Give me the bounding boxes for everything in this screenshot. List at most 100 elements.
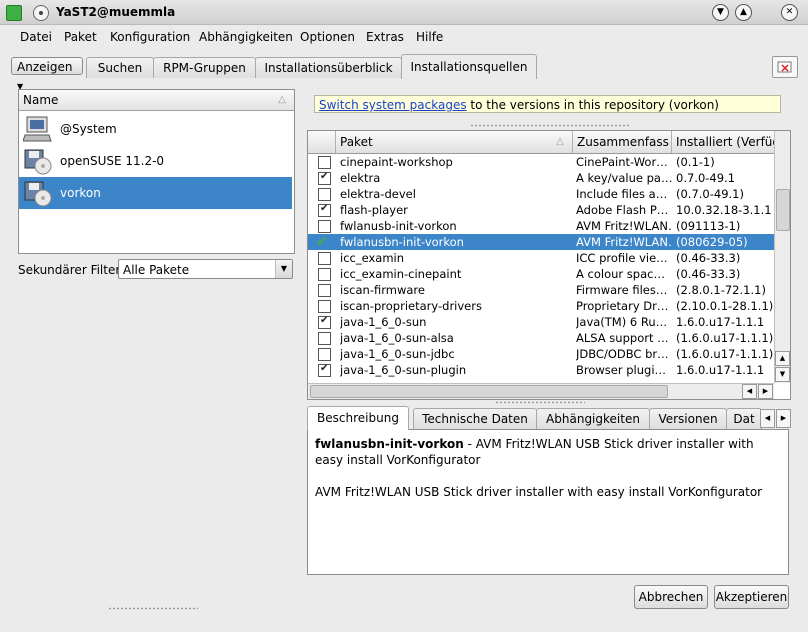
cell-installed: (0.1-1) (676, 155, 715, 169)
secondary-filter-combo[interactable]: Alle Pakete ▼ (118, 259, 293, 279)
package-checkbox[interactable] (318, 156, 331, 169)
package-checkbox[interactable] (318, 203, 331, 217)
repo-header-label: Name (23, 93, 59, 107)
repo-item-vorkon[interactable]: vorkon (19, 177, 292, 209)
table-row[interactable]: fwlanusb-init-vorkon AVM Fritz!WLAN… (0911… (308, 218, 774, 234)
tab-scroll-left-icon[interactable]: ◀ (760, 409, 775, 428)
package-checkbox[interactable] (318, 363, 331, 377)
table-row[interactable]: iscan-firmware Firmware files… (2.8.0.1-72… (308, 282, 774, 298)
close-tab-icon[interactable] (772, 56, 798, 78)
table-row[interactable]: ✔ fwlanusbn-init-vorkon AVM Fritz!WLAN… (08… (308, 234, 774, 250)
package-checkbox[interactable] (318, 284, 331, 297)
scroll-down-icon[interactable]: ▼ (775, 367, 790, 382)
notice-text: to the versions in this repository (vork… (466, 98, 719, 112)
scroll-up-icon[interactable]: ▲ (775, 351, 790, 366)
package-table[interactable]: Paket △ Zusammenfass Installiert (Verfüg … (307, 130, 791, 400)
cell-name: elektra (340, 171, 381, 185)
accept-button[interactable]: Akzeptieren (714, 585, 789, 609)
cell-installed: (080629-05) (676, 235, 748, 249)
package-checkbox[interactable] (318, 188, 331, 201)
close-icon[interactable]: ✕ (781, 4, 798, 21)
table-row[interactable]: flash-player Adobe Flash P… 10.0.32.18-3.1… (308, 202, 774, 218)
package-table-header: Paket △ Zusammenfass Installiert (Verfüg (308, 131, 774, 154)
splitter-handle[interactable] (495, 401, 585, 404)
splitter-handle[interactable] (108, 607, 198, 610)
package-checkbox[interactable] (318, 300, 331, 313)
scroll-thumb[interactable] (776, 189, 790, 231)
menu-datei[interactable]: Datei (20, 30, 52, 44)
package-checkbox[interactable] (318, 171, 331, 185)
table-row[interactable]: cinepaint-workshop CinePaint-Wor… (0.1-1) (308, 154, 774, 170)
menu-extras[interactable]: Extras (366, 30, 404, 44)
cell-summary: ALSA support … (576, 331, 669, 345)
package-checkbox[interactable] (318, 348, 331, 361)
cancel-button[interactable]: Abbrechen (634, 585, 708, 609)
menu-optionen[interactable]: Optionen (300, 30, 355, 44)
tab-scroll-right-icon[interactable]: ▶ (776, 409, 791, 428)
disk-icon (24, 149, 52, 175)
description-heading: fwlanusbn-init-vorkon - AVM Fritz!WLAN U… (315, 436, 781, 468)
scroll-right-icon[interactable]: ▶ (758, 384, 773, 399)
install-status-icon[interactable]: ✔ (316, 234, 332, 250)
table-row[interactable]: java-1_6_0-sun-alsa ALSA support … (1.6.0.… (308, 330, 774, 346)
package-checkbox[interactable] (318, 315, 331, 329)
repository-list[interactable]: Name △ @System openSUSE 11.2-0 vorkon (18, 89, 295, 254)
tab-installationsquellen[interactable]: Installationsquellen (401, 54, 537, 79)
menu-konfiguration[interactable]: Konfiguration (110, 30, 190, 44)
cell-summary: Firmware files… (576, 283, 668, 297)
switch-system-packages-link[interactable]: Switch system packages (319, 98, 467, 112)
package-checkbox[interactable] (318, 268, 331, 281)
scroll-thumb[interactable] (310, 385, 668, 398)
tab-technische-daten[interactable]: Technische Daten (413, 408, 537, 429)
column-header-paket[interactable]: Paket △ (336, 131, 573, 153)
tab-daten[interactable]: Dat (726, 408, 762, 429)
maximize-icon[interactable]: ▲ (735, 4, 752, 21)
tab-versionen[interactable]: Versionen (649, 408, 727, 429)
window-menu-icon[interactable] (33, 5, 49, 21)
column-header-status[interactable] (308, 131, 336, 153)
tab-suchen[interactable]: Suchen (86, 57, 154, 78)
cell-name: elektra-devel (340, 187, 416, 201)
tab-beschreibung[interactable]: Beschreibung (307, 406, 409, 430)
repo-item-system[interactable]: @System (19, 113, 292, 145)
table-row[interactable]: iscan-proprietary-drivers Proprietary Dr…… (308, 298, 774, 314)
view-dropdown-button[interactable]: Anzeigen ▼ (11, 57, 83, 91)
table-row[interactable]: java-1_6_0-sun-jdbc JDBC/ODBC br… (1.6.0.u… (308, 346, 774, 362)
repo-list-header[interactable]: Name △ (19, 90, 294, 111)
tab-abhaengigkeiten[interactable]: Abhängigkeiten (536, 408, 650, 429)
title-bar: YaST2@muemmla ▼ ▲ ✕ (0, 0, 808, 25)
package-horizontal-scrollbar[interactable]: ◀ ▶ (308, 383, 774, 399)
menu-paket[interactable]: Paket (64, 30, 97, 44)
cell-name: cinepaint-workshop (340, 155, 453, 169)
menu-hilfe[interactable]: Hilfe (416, 30, 443, 44)
cell-summary: AVM Fritz!WLAN… (576, 235, 672, 249)
package-vertical-scrollbar[interactable]: ▲ ▼ (774, 131, 790, 383)
package-checkbox[interactable] (318, 252, 331, 265)
description-panel: fwlanusbn-init-vorkon - AVM Fritz!WLAN U… (307, 429, 789, 575)
cell-installed: 10.0.32.18-3.1.1 (676, 203, 772, 217)
column-header-installiert[interactable]: Installiert (Verfüg (672, 131, 774, 153)
table-row[interactable]: icc_examin ICC profile vie… (0.46-33.3) (308, 250, 774, 266)
repo-label: openSUSE 11.2-0 (60, 154, 165, 168)
table-row[interactable]: java-1_6_0-sun-plugin Browser plugi… 1.6.0… (308, 362, 774, 378)
splitter-handle[interactable] (470, 124, 630, 127)
table-row[interactable]: java-1_6_0-sun Java(TM) 6 Ru… 1.6.0.u17-1.… (308, 314, 774, 330)
package-checkbox[interactable] (318, 220, 331, 233)
tab-installationsueberblick[interactable]: Installationsüberblick (255, 57, 402, 78)
cell-summary: AVM Fritz!WLAN… (576, 219, 672, 233)
table-row[interactable]: elektra-devel Include files a… (0.7.0-49.1… (308, 186, 774, 202)
cell-name: fwlanusbn-init-vorkon (340, 235, 464, 249)
cell-name: java-1_6_0-sun (340, 315, 427, 329)
tab-rpm-gruppen[interactable]: RPM-Gruppen (153, 57, 256, 78)
cell-installed: 1.6.0.u17-1.1.1 (676, 315, 765, 329)
table-row[interactable]: elektra A key/value pa… 0.7.0-49.1 (308, 170, 774, 186)
menu-abhaengigkeiten[interactable]: Abhängigkeiten (199, 30, 293, 44)
repo-item-opensuse[interactable]: openSUSE 11.2-0 (19, 145, 292, 177)
column-header-zusammenfassung[interactable]: Zusammenfass (573, 131, 672, 153)
cell-name: java-1_6_0-sun-plugin (340, 363, 467, 377)
scroll-left-icon[interactable]: ◀ (742, 384, 757, 399)
package-checkbox[interactable] (318, 332, 331, 345)
table-row[interactable]: icc_examin-cinepaint A colour spac… (0.46-… (308, 266, 774, 282)
cell-installed: 0.7.0-49.1 (676, 171, 736, 185)
minimize-icon[interactable]: ▼ (712, 4, 729, 21)
